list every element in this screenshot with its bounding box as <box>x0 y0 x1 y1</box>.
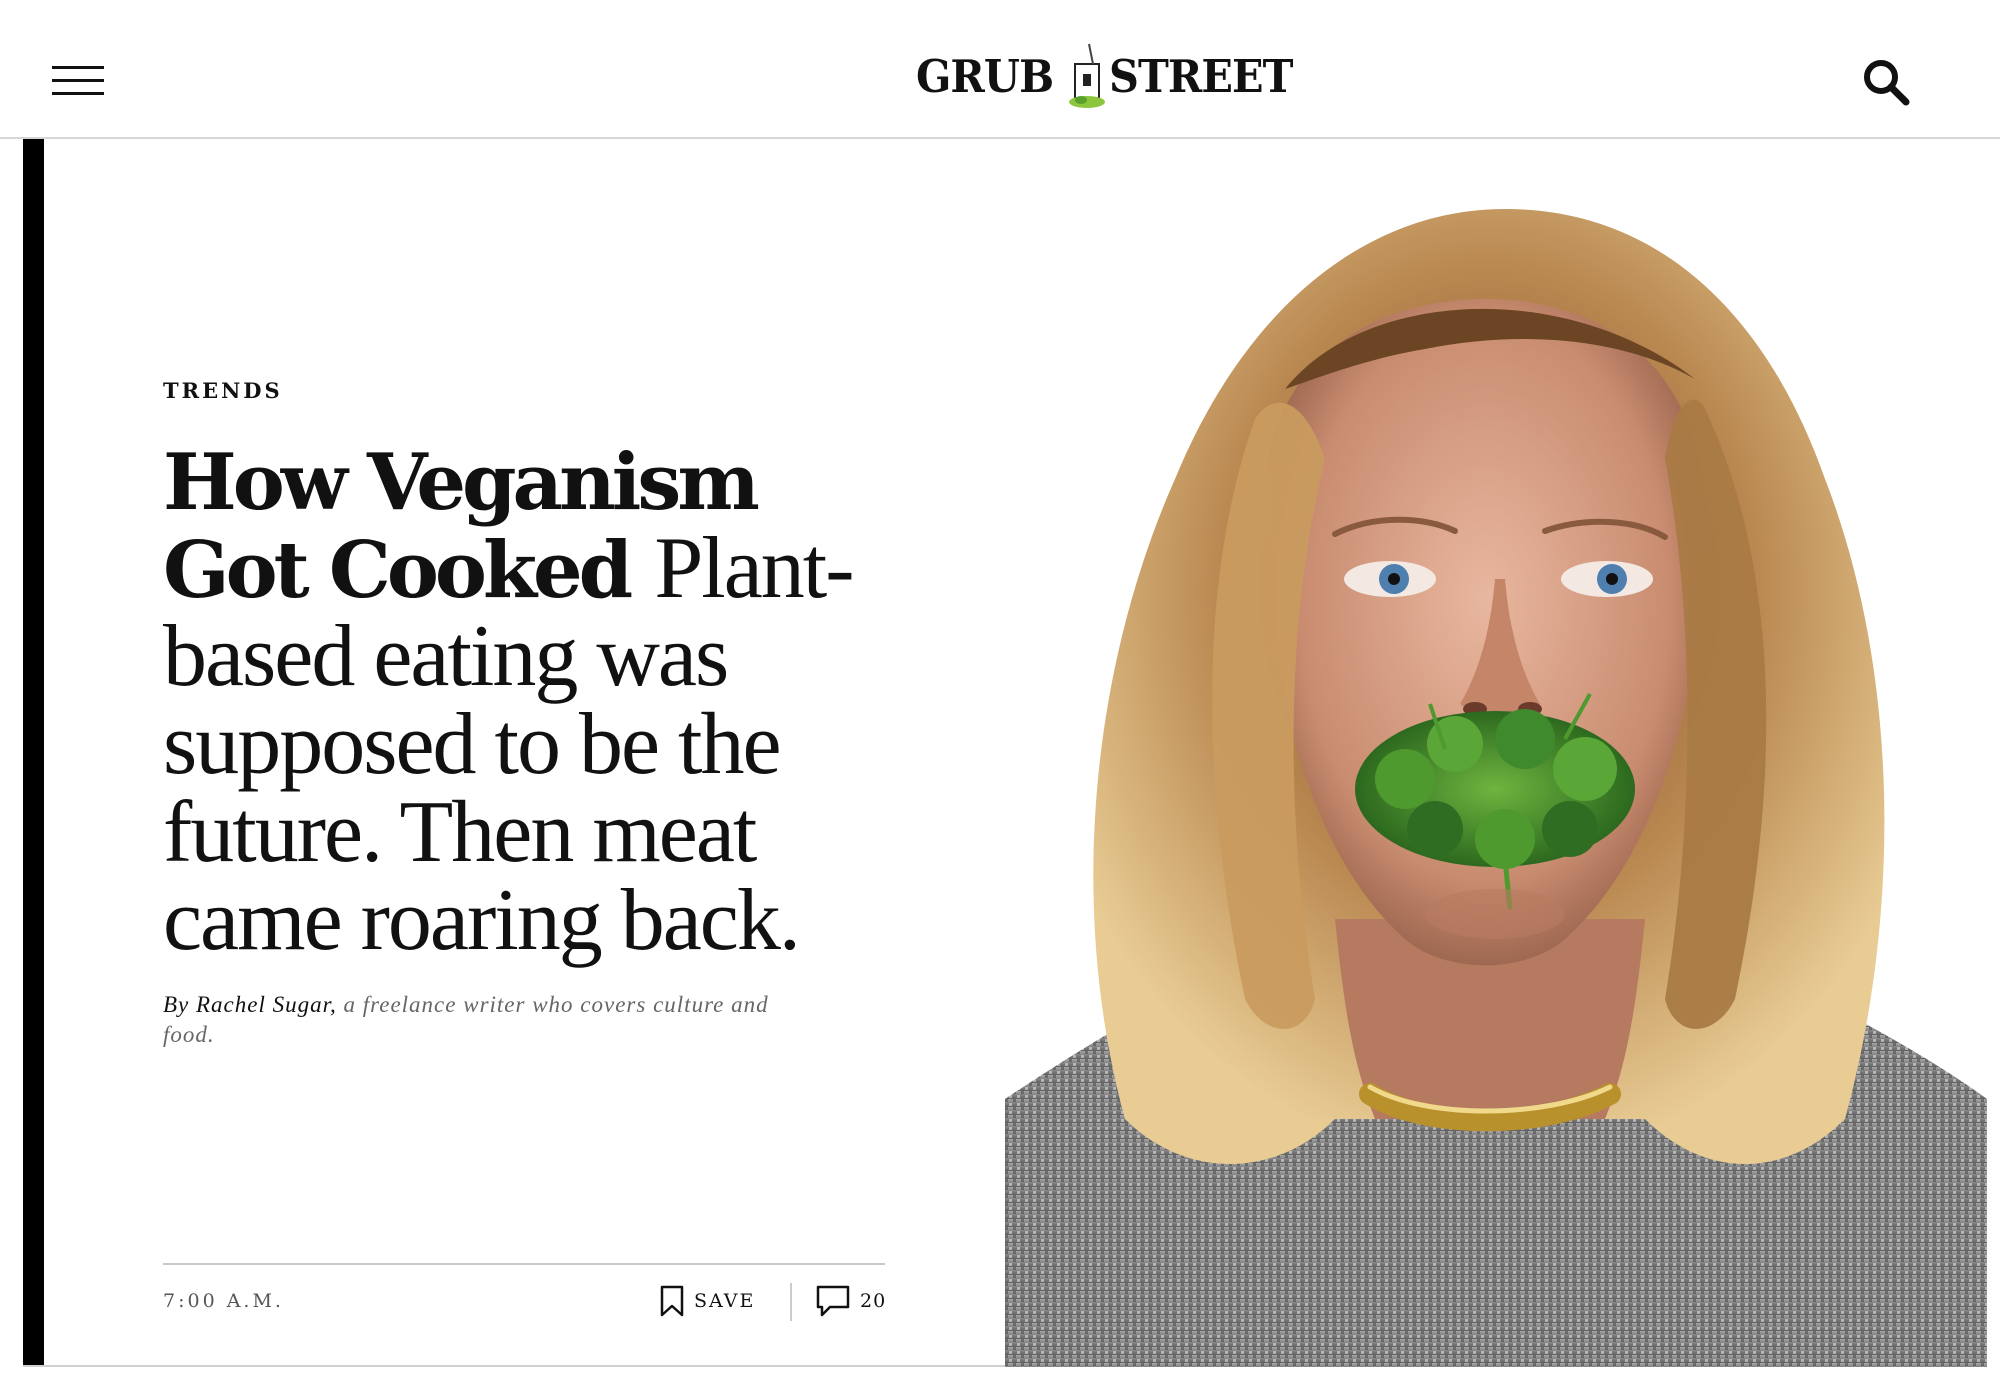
hamburger-menu-icon[interactable] <box>52 66 104 96</box>
menu-bar <box>52 92 104 95</box>
meta-divider <box>163 1263 885 1265</box>
comment-icon <box>816 1285 850 1317</box>
comment-count: 20 <box>860 1290 887 1312</box>
logo-text-right: STREET <box>1109 49 1293 103</box>
site-header: GRUB STREET <box>0 0 2000 139</box>
search-icon[interactable] <box>1862 58 1910 106</box>
panel-divider <box>23 1365 1005 1367</box>
bookmark-icon <box>660 1285 684 1317</box>
byline: By Rachel Sugar, a freelance writer who … <box>163 990 783 1050</box>
menu-bar <box>52 66 104 69</box>
hero-portrait-image <box>1005 139 1987 1367</box>
publish-time: 7:00 A.M. <box>163 1290 284 1312</box>
save-label: SAVE <box>694 1290 756 1312</box>
save-button[interactable]: SAVE <box>660 1283 755 1319</box>
logo-text-left: GRUB <box>916 49 1054 103</box>
logo-mark-icon <box>1067 40 1107 112</box>
menu-bar <box>52 79 104 82</box>
article-headline: How Veganism Got Cooked Plant-based eati… <box>163 440 903 966</box>
rubric-link[interactable]: TRENDS <box>163 378 283 403</box>
byline-author[interactable]: By Rachel Sugar, <box>163 992 337 1017</box>
site-logo[interactable]: GRUB STREET <box>916 40 1309 112</box>
action-divider <box>790 1283 792 1321</box>
comments-button[interactable]: 20 <box>816 1283 886 1319</box>
accent-rule <box>23 139 44 1367</box>
